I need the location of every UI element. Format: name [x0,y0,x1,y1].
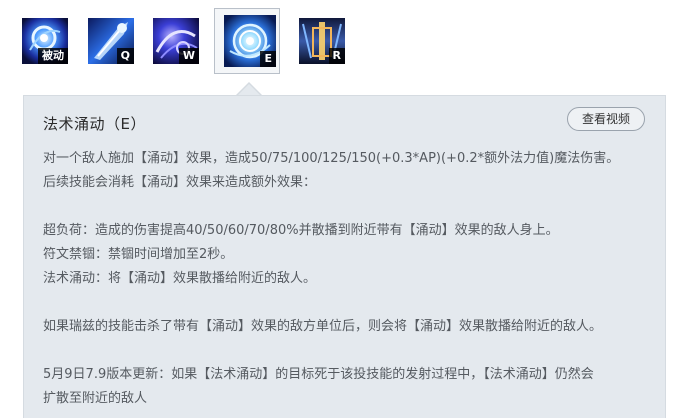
description-line [43,339,653,363]
skill-key-label: 被动 [38,48,68,64]
skill-tab-e[interactable]: E [224,15,276,67]
skill-description: 对一个敌人施加【涌动】效果，造成50/75/100/125/150(+0.3*A… [43,147,653,411]
skill-detail-page: 被动 Q W E R 法术涌动（E） 查看视频 对一个敌人施加【涌动】效果，造成… [0,0,684,418]
description-line: 扩散至附近的敌人 [43,391,148,406]
description-line [43,291,653,315]
skill-description-panel: 法术涌动（E） 查看视频 对一个敌人施加【涌动】效果，造成50/75/100/1… [23,95,666,418]
description-line: 法术涌动：将【涌动】效果散播给附近的敌人。 [43,271,317,286]
description-line: 5月9日7.9版本更新：如果【法术涌动】的目标死于该投技能的发射过程中，【法术涌… [43,367,594,382]
description-line: 超负荷：造成的伤害提高40/50/60/70/80%并散播到附近带有【涌动】效果… [43,223,559,238]
skill-tab-w[interactable]: W [153,18,199,64]
description-line: 对一个敌人施加【涌动】效果，造成50/75/100/125/150(+0.3*A… [43,151,620,166]
skill-key-label: Q [116,48,134,64]
description-line [43,195,653,219]
skill-key-label: W [178,48,199,64]
skill-tab-q[interactable]: Q [88,18,134,64]
view-video-button[interactable]: 查看视频 [567,107,645,131]
description-line: 如果瑞兹的技能击杀了带有【涌动】效果的敌方单位后，则会将【涌动】效果散播给附近的… [43,319,603,334]
skill-title: 法术涌动（E） [43,115,146,133]
description-line: 后续技能会消耗【涌动】效果来造成额外效果： [43,175,317,190]
skill-key-label: R [328,48,345,64]
skill-key-label: E [260,51,276,67]
description-line: 符文禁锢：禁锢时间增加至2秒。 [43,247,234,262]
skill-tab-r[interactable]: R [299,18,345,64]
skill-tab-passive[interactable]: 被动 [22,18,68,64]
